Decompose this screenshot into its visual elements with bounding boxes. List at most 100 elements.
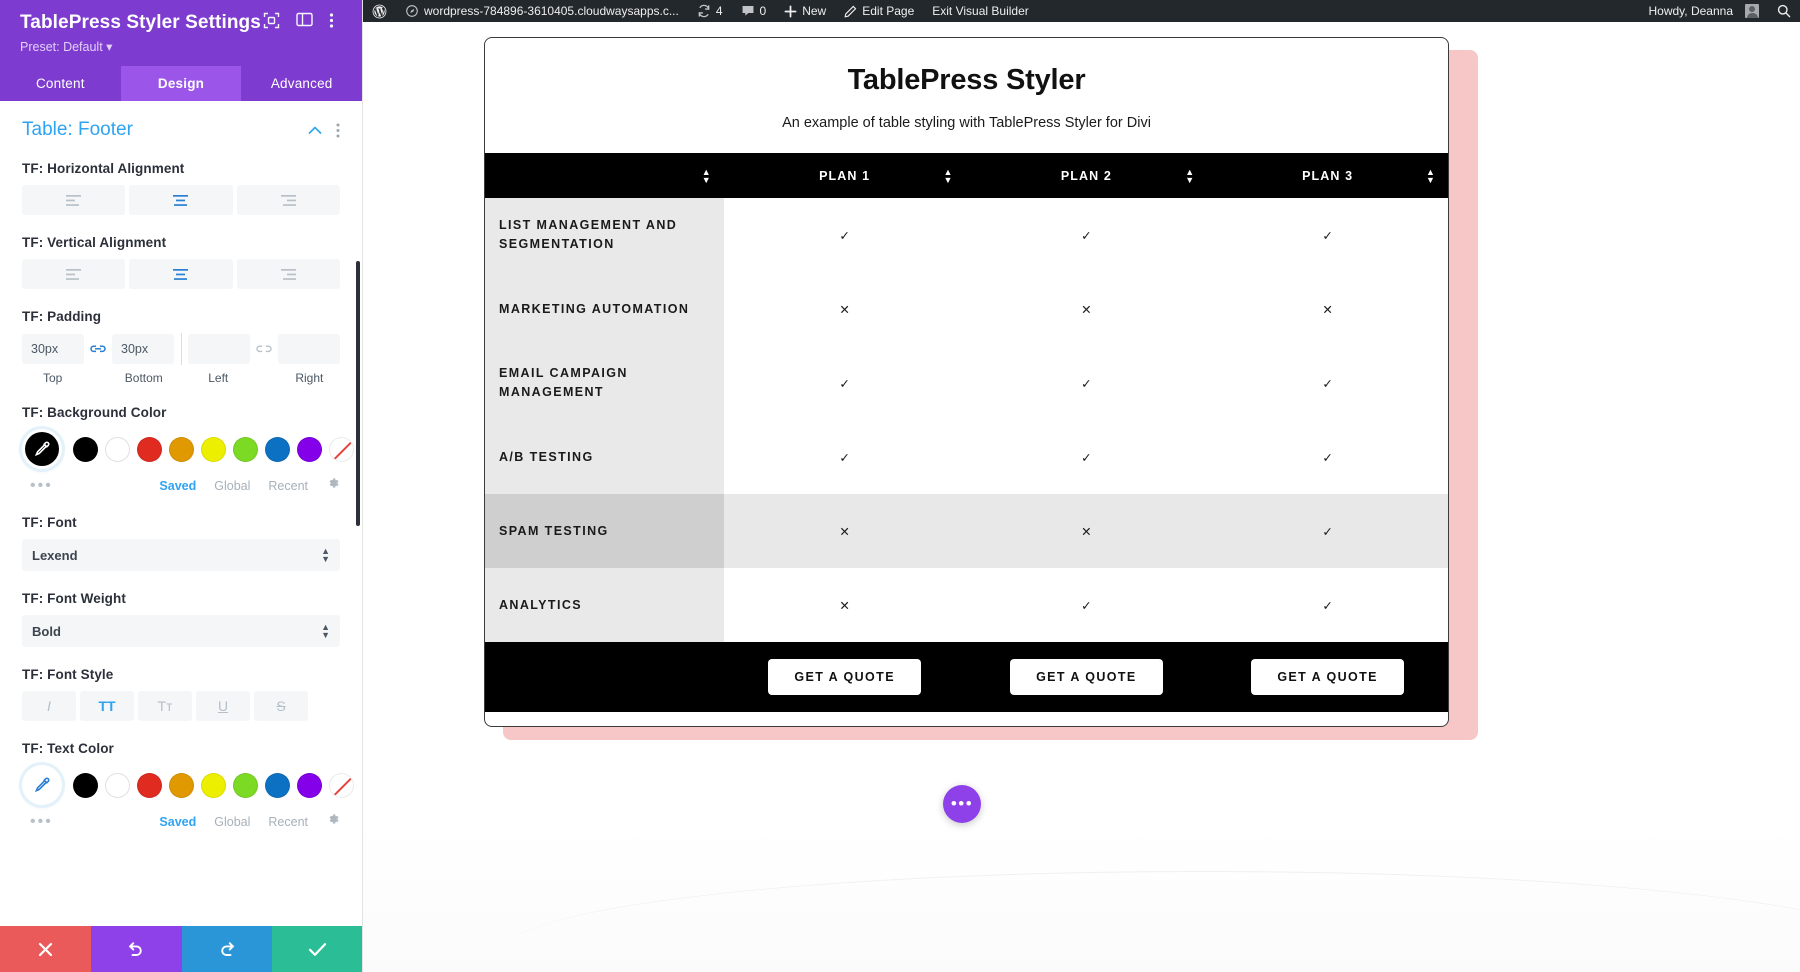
column-header-plan-3[interactable]: PLAN 3 ▲▼ <box>1207 153 1448 198</box>
section-kebab-icon[interactable] <box>336 123 340 138</box>
tab-design[interactable]: Design <box>121 66 242 101</box>
sort-icon[interactable]: ▲▼ <box>1426 168 1436 184</box>
swatch-tab-saved[interactable]: Saved <box>159 479 196 493</box>
uppercase-button[interactable]: TT <box>80 691 134 721</box>
swatch-blue[interactable] <box>265 437 290 462</box>
swatch-purple[interactable] <box>297 773 322 798</box>
get-a-quote-button[interactable]: GET A QUOTE <box>768 659 921 695</box>
align-right-button[interactable] <box>237 185 340 215</box>
page-title: TablePress Styler <box>505 64 1428 97</box>
lowercase-button[interactable]: Tт <box>138 691 192 721</box>
swatch-tab-global[interactable]: Global <box>214 815 250 829</box>
align-center-button[interactable] <box>129 185 232 215</box>
underline-button[interactable]: U <box>196 691 250 721</box>
swatch-green[interactable] <box>233 437 258 462</box>
new-content-button[interactable]: New <box>775 0 835 22</box>
account-menu[interactable]: Howdy, Deanna <box>1640 0 1769 22</box>
get-a-quote-button[interactable]: GET A QUOTE <box>1251 659 1404 695</box>
value-cell: ✓ <box>966 198 1208 272</box>
sort-icon[interactable]: ▲▼ <box>1185 168 1195 184</box>
layout-icon[interactable] <box>296 12 315 31</box>
vertical-alignment-group <box>22 259 340 289</box>
swatch-none[interactable] <box>329 437 354 462</box>
align-bottom-button[interactable] <box>237 259 340 289</box>
table-row: EMAIL CAMPAIGN MANAGEMENT ✓ ✓ ✓ <box>485 346 1448 420</box>
field-horizontal-alignment: TF: Horizontal Alignment <box>22 161 340 215</box>
swatch-white[interactable] <box>105 773 130 798</box>
table-row: A/B TESTING ✓ ✓ ✓ <box>485 420 1448 494</box>
sort-icon[interactable]: ▲▼ <box>702 168 712 184</box>
settings-scrollbar[interactable] <box>356 261 360 526</box>
strikethrough-button[interactable]: S <box>254 691 308 721</box>
exit-visual-builder-button[interactable]: Exit Visual Builder <box>923 0 1038 22</box>
swatch-red[interactable] <box>137 437 162 462</box>
swatch-tab-saved[interactable]: Saved <box>159 815 196 829</box>
comments-indicator[interactable]: 0 <box>732 0 776 22</box>
preset-selector[interactable]: Preset: Default ▾ <box>20 39 346 54</box>
footer-empty-cell <box>485 642 724 712</box>
more-swatches-icon[interactable]: ••• <box>22 477 53 495</box>
text-color-picker-button[interactable] <box>22 765 62 805</box>
swatch-yellow[interactable] <box>201 437 226 462</box>
search-icon[interactable] <box>1768 0 1800 22</box>
swatch-red[interactable] <box>137 773 162 798</box>
more-swatches-icon[interactable]: ••• <box>22 813 53 831</box>
column-header-plan-1[interactable]: PLAN 1 ▲▼ <box>724 153 966 198</box>
unlink-icon[interactable] <box>250 343 278 356</box>
swatch-orange[interactable] <box>169 773 194 798</box>
edit-page-button[interactable]: Edit Page <box>835 0 923 22</box>
discard-button[interactable] <box>0 926 91 972</box>
swatch-black[interactable] <box>73 773 98 798</box>
settings-panel: TablePress Styler Settings Preset: Defau… <box>0 0 363 972</box>
align-middle-button[interactable] <box>129 259 232 289</box>
padding-right-input[interactable] <box>278 334 340 364</box>
column-header-plan-2[interactable]: PLAN 2 ▲▼ <box>966 153 1208 198</box>
tab-advanced[interactable]: Advanced <box>241 66 362 101</box>
swatch-tab-global[interactable]: Global <box>214 479 250 493</box>
gear-icon[interactable] <box>326 476 340 495</box>
get-a-quote-button[interactable]: GET A QUOTE <box>1010 659 1163 695</box>
focus-icon[interactable] <box>263 12 282 31</box>
undo-button[interactable] <box>91 926 182 972</box>
swatch-tab-recent[interactable]: Recent <box>268 479 308 493</box>
column-header-feature[interactable]: ▲▼ <box>485 153 724 198</box>
swatch-black[interactable] <box>73 437 98 462</box>
padding-left-input[interactable] <box>188 334 250 364</box>
updates-indicator[interactable]: 4 <box>688 0 732 22</box>
padding-top-input[interactable]: 30px <box>22 334 84 364</box>
swatch-none[interactable] <box>329 773 354 798</box>
font-style-group: I TT Tт U S <box>22 691 340 721</box>
label-font: TF: Font <box>22 515 340 530</box>
link-icon[interactable] <box>84 343 112 356</box>
background-color-swatches <box>22 429 340 469</box>
chevron-up-icon[interactable] <box>308 126 322 135</box>
gear-icon[interactable] <box>326 812 340 831</box>
swatch-green[interactable] <box>233 773 258 798</box>
value-cell: ✓ <box>1207 420 1448 494</box>
kebab-menu-icon[interactable] <box>329 12 348 31</box>
font-select[interactable]: Lexend ▲▼ <box>22 539 340 571</box>
swatch-blue[interactable] <box>265 773 290 798</box>
italic-button[interactable]: I <box>22 691 76 721</box>
sort-icon[interactable]: ▲▼ <box>944 168 954 184</box>
tab-content[interactable]: Content <box>0 66 121 101</box>
field-font: TF: Font Lexend ▲▼ <box>22 515 340 571</box>
divi-builder-fab[interactable]: ••• <box>943 785 981 823</box>
background-color-picker-button[interactable] <box>22 429 62 469</box>
table-footer-row: GET A QUOTE GET A QUOTE GET A QUOTE <box>485 642 1448 712</box>
swatch-orange[interactable] <box>169 437 194 462</box>
redo-button[interactable] <box>182 926 273 972</box>
site-name-menu[interactable]: wordpress-784896-3610405.cloudwaysapps.c… <box>396 0 688 22</box>
swatch-white[interactable] <box>105 437 130 462</box>
swatch-yellow[interactable] <box>201 773 226 798</box>
swatch-tab-recent[interactable]: Recent <box>268 815 308 829</box>
font-weight-select[interactable]: Bold ▲▼ <box>22 615 340 647</box>
table-body: LIST MANAGEMENT AND SEGMENTATION ✓ ✓ ✓ M… <box>485 198 1448 642</box>
swatch-purple[interactable] <box>297 437 322 462</box>
wordpress-logo-icon[interactable] <box>363 0 396 22</box>
align-top-button[interactable] <box>22 259 125 289</box>
padding-bottom-input[interactable]: 30px <box>112 334 174 364</box>
save-button[interactable] <box>272 926 363 972</box>
align-left-button[interactable] <box>22 185 125 215</box>
pricing-table: ▲▼ PLAN 1 ▲▼ PLAN 2 ▲▼ PLAN 3 <box>485 153 1448 712</box>
